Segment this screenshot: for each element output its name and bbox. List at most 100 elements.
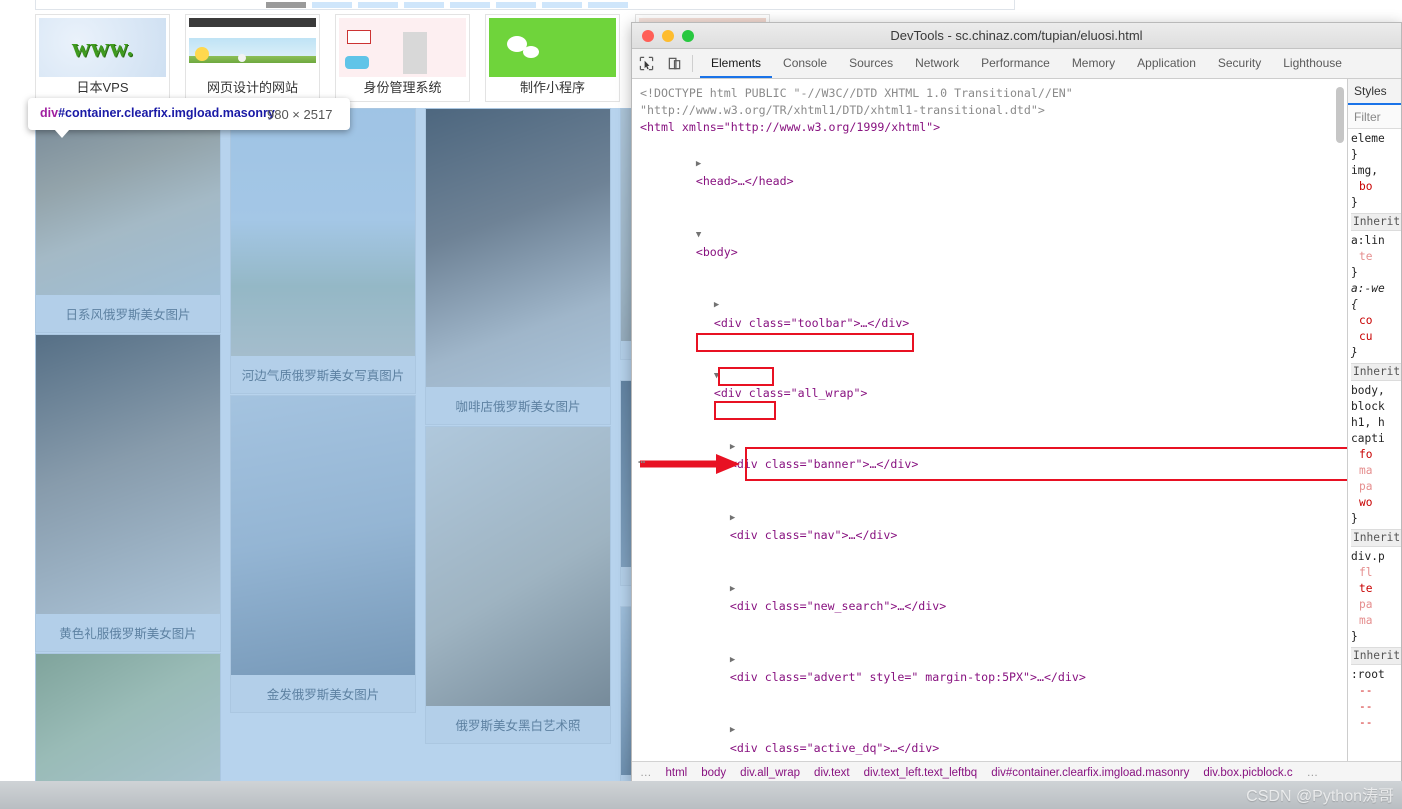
gallery-photo — [36, 335, 220, 614]
collapse-triangle-icon[interactable]: ▼ — [714, 371, 719, 381]
tab-network[interactable]: Network — [904, 49, 970, 78]
chip — [496, 1, 536, 8]
breadcrumb-item-html[interactable]: html — [666, 767, 688, 779]
device-toolbar-icon[interactable] — [660, 49, 688, 78]
gallery-photo — [231, 109, 415, 356]
dom-allwrap-node[interactable]: ▼ <div class="all_wrap"> — [640, 349, 1347, 420]
tab-performance[interactable]: Performance — [970, 49, 1061, 78]
gallery-photo — [231, 396, 415, 675]
tooltip-element-classes: .clearfix.imgload.masonry — [120, 106, 275, 120]
webdesign-thumb — [189, 18, 316, 77]
style-rule-line: img, — [1351, 164, 1378, 177]
tooltip-tag-name: div — [40, 106, 59, 120]
style-rule-line: h1, h — [1351, 416, 1385, 429]
expand-triangle-icon[interactable]: ▶ — [730, 655, 735, 665]
gallery-item[interactable]: 黄色礼服俄罗斯美女图片 — [35, 334, 221, 652]
promo-card-label: 网页设计的网站 — [206, 80, 298, 95]
dom-newsearch-node[interactable]: ▶ <div class="new_search">…</div> — [640, 561, 1347, 632]
expand-triangle-icon[interactable]: ▶ — [730, 442, 735, 452]
style-prop-line: bo — [1359, 180, 1373, 193]
breadcrumb-item-text-left[interactable]: div.text_left.text_leftbq — [864, 767, 978, 779]
styles-tab[interactable]: Styles — [1348, 79, 1401, 105]
gallery-item[interactable]: 金发俄罗斯美女图片 — [230, 395, 416, 713]
breadcrumb-item-container[interactable]: div#container.clearfix.imgload.masonry — [991, 767, 1189, 779]
style-rule-line: } — [1351, 346, 1358, 359]
expand-triangle-icon[interactable]: ▶ — [714, 300, 719, 310]
dom-doctype-line2: "http://www.w3.org/TR/xhtml1/DTD/xhtml1-… — [640, 103, 1045, 118]
breadcrumb-item-text[interactable]: div.text — [814, 767, 850, 779]
gallery-caption: 黄色礼服俄罗斯美女图片 — [36, 614, 220, 651]
gallery-caption: 咖啡店俄罗斯美女图片 — [426, 387, 610, 424]
breadcrumb-item-box[interactable]: div.box.picblock.c — [1203, 767, 1292, 779]
breadcrumb-trailing-ellipsis[interactable]: … — [1307, 767, 1319, 779]
tooltip-dimensions: 980 × 2517 — [267, 107, 333, 122]
promo-card[interactable]: 网页设计的网站 — [185, 14, 320, 102]
expand-triangle-icon[interactable]: ▶ — [696, 159, 701, 169]
dom-advert-node[interactable]: ▶ <div class="advert" style=" margin-top… — [640, 632, 1347, 703]
style-prop-line: cu — [1359, 330, 1373, 343]
style-inherited-separator: Inherit — [1351, 363, 1401, 381]
tab-elements[interactable]: Elements — [700, 49, 773, 78]
dom-head-node[interactable]: ▶ <head>…</head> — [640, 137, 1347, 208]
dom-body-text: <body> — [695, 244, 738, 259]
dom-banner-node[interactable]: ▶ <div class="banner">…</div> — [640, 420, 1347, 491]
tab-sources[interactable]: Sources — [838, 49, 904, 78]
gallery-caption: 金发俄罗斯美女图片 — [231, 675, 415, 712]
gallery-photo — [426, 427, 610, 706]
promo-card[interactable]: 日本VPS — [35, 14, 170, 102]
style-rule-line: div.p — [1351, 550, 1385, 563]
chip — [542, 1, 582, 8]
tab-security[interactable]: Security — [1207, 49, 1272, 78]
gallery-item[interactable]: 咖啡店俄罗斯美女图片 — [425, 108, 611, 425]
dom-activedq-text: <div class="active_dq">…</div> — [729, 740, 940, 755]
tab-memory[interactable]: Memory — [1061, 49, 1126, 78]
dom-banner-text: <div class="banner">…</div> — [729, 457, 919, 472]
breadcrumb-item-all-wrap[interactable]: div.all_wrap — [740, 767, 800, 779]
collapse-triangle-icon[interactable]: ▼ — [696, 230, 701, 240]
gallery-photo — [426, 109, 610, 387]
breadcrumb-leading-ellipsis[interactable]: … — [640, 767, 652, 779]
promo-card[interactable]: 制作小程序 — [485, 14, 620, 102]
tab-application[interactable]: Application — [1126, 49, 1207, 78]
dom-body-node[interactable]: ▼ <body> — [640, 207, 1347, 278]
gallery-item[interactable]: 日系风俄罗斯美女图片 — [35, 108, 221, 333]
promo-card-label: 日本VPS — [76, 80, 129, 95]
style-prop-line: -- — [1359, 716, 1373, 729]
expand-triangle-icon[interactable]: ▶ — [730, 725, 735, 735]
gallery-item[interactable]: 俄罗斯美女黑白艺术照 — [425, 426, 611, 744]
dom-tree-panel[interactable]: <!DOCTYPE html PUBLIC "-//W3C//DTD XHTML… — [632, 79, 1347, 761]
styles-filter-input[interactable]: Filter — [1348, 105, 1401, 129]
inspector-tooltip: div#container.clearfix.imgload.masonry 9… — [28, 98, 350, 138]
dom-nav-node[interactable]: ▶ <div class="nav">…</div> — [640, 491, 1347, 562]
style-prop-line: ma — [1359, 614, 1373, 627]
style-prop-line: te — [1359, 582, 1373, 595]
dom-toolbar-node[interactable]: ▶ <div class="toolbar">…</div> — [640, 278, 1347, 349]
devtools-window: DevTools - sc.chinaz.com/tupian/eluosi.h… — [631, 22, 1402, 784]
dom-breadcrumb: … html body div.all_wrap div.text div.te… — [632, 761, 1401, 783]
expand-triangle-icon[interactable]: ▶ — [730, 584, 735, 594]
dom-html-open[interactable]: <html xmlns="http://www.w3.org/1999/xhtm… — [640, 119, 1347, 136]
gallery-item[interactable]: 河边气质俄罗斯美女写真图片 — [230, 108, 416, 394]
style-prop-line: co — [1359, 314, 1373, 327]
chip — [266, 1, 306, 8]
style-prop-line: pa — [1359, 598, 1373, 611]
style-rule-line: } — [1351, 196, 1358, 209]
promo-card-label: 制作小程序 — [519, 80, 585, 95]
tab-lighthouse[interactable]: Lighthouse — [1272, 49, 1353, 78]
dom-tree-scrollbar[interactable] — [1336, 87, 1344, 143]
expand-triangle-icon[interactable]: ▶ — [730, 513, 735, 523]
inspect-element-icon[interactable] — [632, 49, 660, 78]
style-rule-line: capti — [1351, 432, 1385, 445]
style-inherited-separator: Inherit — [1351, 647, 1401, 665]
device-toolbar-glyph — [668, 57, 680, 70]
inspector-tooltip-selector: div#container.clearfix.imgload.masonry — [40, 105, 275, 122]
dom-activedq-node[interactable]: ▶ <div class="active_dq">…</div> — [640, 703, 1347, 761]
style-rule-line: } — [1351, 630, 1358, 643]
breadcrumb-item-body[interactable]: body — [701, 767, 726, 779]
style-prop-line: wo — [1359, 496, 1373, 509]
tab-console[interactable]: Console — [772, 49, 838, 78]
promo-card[interactable]: 身份管理系统 — [335, 14, 470, 102]
styles-rules-list[interactable]: eleme } img, bo } Inherit a:lin te } a:-… — [1348, 129, 1401, 761]
tooltip-element-id: #container — [58, 106, 121, 120]
style-rule-line: { — [1351, 298, 1358, 311]
